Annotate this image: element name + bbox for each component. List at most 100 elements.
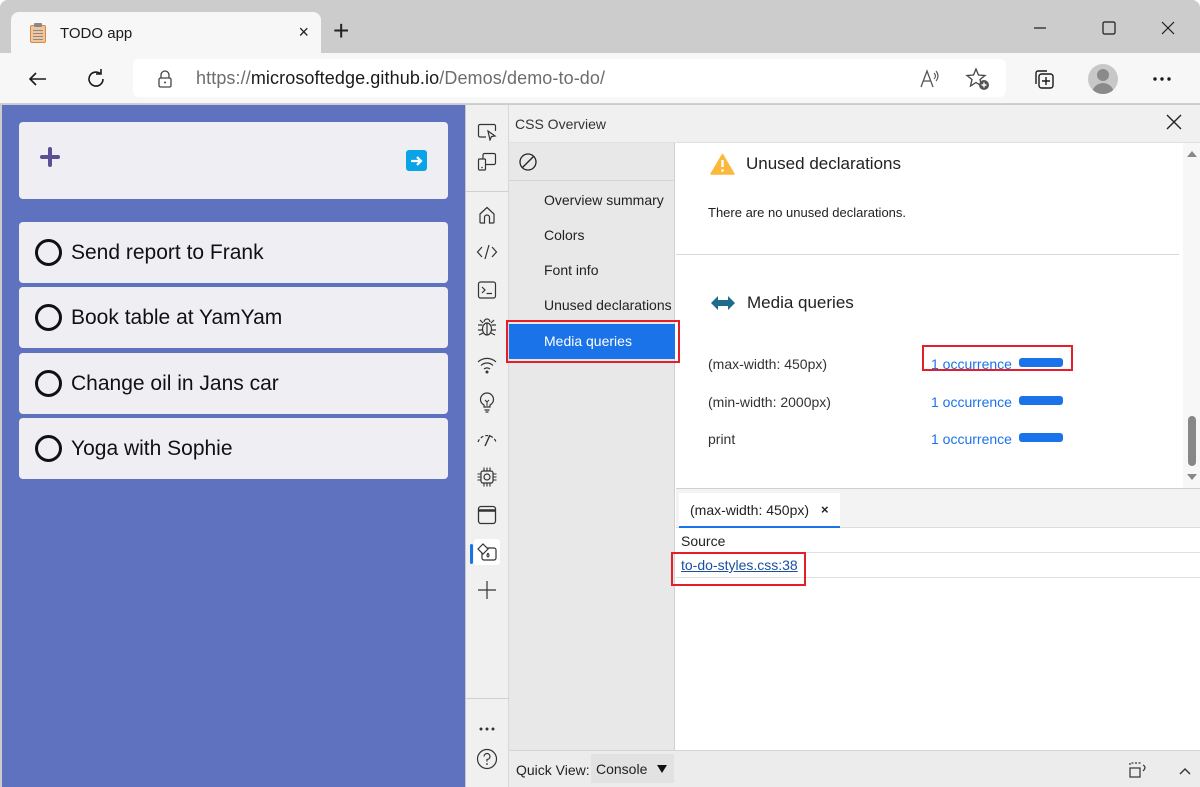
address-bar[interactable]: https://microsoftedge.github.io/Demos/de… — [133, 59, 1006, 97]
close-icon — [1161, 21, 1175, 35]
media-query-details: (max-width: 450px) × Source to-do-styles… — [676, 488, 1200, 750]
profile-avatar[interactable] — [1088, 64, 1118, 94]
media-queries-heading: Media queries — [710, 293, 854, 313]
task-item[interactable]: Send report to Frank — [19, 222, 448, 283]
details-tab-strip: (max-width: 450px) × — [676, 489, 1200, 528]
scroll-thumb[interactable] — [1188, 416, 1196, 466]
close-panel-button[interactable] — [1165, 113, 1183, 136]
panel-title: CSS Overview — [515, 116, 607, 132]
memory-tool-button[interactable] — [474, 464, 500, 490]
device-emulation-button[interactable] — [474, 149, 500, 175]
scroll-down-arrow-icon[interactable] — [1187, 474, 1197, 480]
lock-icon — [158, 70, 172, 88]
source-row: to-do-styles.css:38 — [676, 553, 1200, 578]
refresh-button[interactable] — [80, 63, 112, 95]
gauge-icon — [477, 434, 497, 447]
sidebar-item-font-info[interactable]: Font info — [509, 253, 675, 288]
task-checkbox[interactable] — [35, 304, 62, 331]
expand-quick-view-button[interactable] — [1179, 763, 1191, 781]
quick-view-label: Quick View: — [516, 762, 590, 778]
details-tab-label: (max-width: 450px) — [690, 501, 810, 518]
media-query-label: (max-width: 450px) — [708, 356, 828, 372]
help-icon — [476, 748, 498, 770]
tab-strip: TODO app × + — [0, 0, 1200, 54]
customize-devtools-button[interactable] — [474, 716, 500, 742]
elements-tool-button[interactable] — [474, 239, 500, 265]
welcome-tool-button[interactable] — [474, 202, 500, 228]
url-host: https://microsoftedge.github.io — [196, 68, 440, 88]
todo-app-page: Send report to Frank Book table at YamYa… — [2, 105, 465, 787]
application-tool-button[interactable] — [474, 502, 500, 528]
source-column-header[interactable]: Source — [676, 529, 1200, 553]
tab-close-button[interactable]: × — [298, 22, 309, 42]
media-query-occurrence-link[interactable]: 1 occurrence — [931, 356, 1012, 372]
wifi-icon — [477, 357, 497, 374]
scroll-up-arrow-icon[interactable] — [1187, 151, 1197, 157]
occurrence-bar[interactable] — [1019, 396, 1063, 405]
sidebar-item-media-queries[interactable]: Media queries — [509, 324, 675, 359]
tab-title: TODO app — [60, 24, 133, 42]
media-queries-heading-text: Media queries — [747, 293, 854, 312]
task-item[interactable]: Change oil in Jans car — [19, 353, 448, 414]
more-icon — [479, 727, 495, 731]
sidebar-item-colors[interactable]: Colors — [509, 218, 675, 253]
task-item[interactable]: Book table at YamYam — [19, 287, 448, 348]
maximize-button[interactable] — [1089, 14, 1129, 42]
warning-icon — [710, 153, 735, 175]
dock-quick-view-button[interactable] — [1128, 761, 1150, 784]
close-window-button[interactable] — [1148, 14, 1188, 42]
add-task-form[interactable] — [19, 122, 448, 199]
read-aloud-icon — [920, 69, 939, 88]
quick-view-selected: Console — [596, 760, 648, 777]
media-query-occurrence-link[interactable]: 1 occurrence — [931, 431, 1012, 447]
devtools-pane: CSS Overview Overview summary Colors Fon… — [465, 105, 1200, 787]
help-button[interactable] — [474, 746, 500, 772]
clear-overview-button[interactable] — [518, 152, 538, 177]
quick-view-dropdown[interactable]: Console — [591, 754, 674, 783]
task-checkbox[interactable] — [35, 370, 62, 397]
submit-task-button[interactable] — [406, 150, 427, 171]
read-aloud-button[interactable] — [918, 67, 942, 91]
more-tools-button[interactable] — [474, 577, 500, 603]
paint-bucket-icon — [477, 543, 497, 561]
sidebar-item-unused-declarations[interactable]: Unused declarations — [509, 288, 675, 323]
media-query-label: (min-width: 2000px) — [708, 394, 831, 410]
quick-view-bar: Quick View: Console — [509, 750, 1200, 787]
home-icon — [479, 206, 495, 224]
inspect-tool-button[interactable] — [474, 119, 500, 145]
css-overview-tool-button[interactable] — [474, 539, 500, 565]
sidebar-item-overview-summary[interactable]: Overview summary — [509, 183, 675, 218]
css-overview-content: Unused declarations There are no unused … — [676, 143, 1200, 488]
browser-tab[interactable]: TODO app × — [11, 12, 321, 54]
more-icon — [1153, 77, 1171, 81]
close-details-tab-button[interactable]: × — [821, 502, 829, 517]
close-icon — [1166, 114, 1182, 130]
back-arrow-icon — [28, 72, 46, 86]
new-tab-button[interactable]: + — [333, 14, 349, 48]
source-file-link[interactable]: to-do-styles.css:38 — [681, 557, 798, 573]
media-query-occurrence-link[interactable]: 1 occurrence — [931, 394, 1012, 410]
task-checkbox[interactable] — [35, 239, 62, 266]
console-tool-button[interactable] — [474, 277, 500, 303]
network-tool-button[interactable] — [474, 352, 500, 378]
task-checkbox[interactable] — [35, 435, 62, 462]
minimize-button[interactable] — [1020, 14, 1060, 42]
performance-tool-button[interactable] — [474, 426, 500, 452]
chevron-up-icon — [1179, 768, 1191, 775]
panel-header: CSS Overview — [509, 105, 1200, 143]
collections-button[interactable] — [1028, 63, 1060, 95]
back-button[interactable] — [22, 63, 54, 95]
issues-tool-button[interactable] — [474, 389, 500, 415]
content-scrollbar[interactable] — [1183, 143, 1200, 488]
occurrence-bar[interactable] — [1019, 433, 1063, 442]
task-item[interactable]: Yoga with Sophie — [19, 418, 448, 479]
details-tab[interactable]: (max-width: 450px) × — [679, 493, 840, 528]
add-favorite-button[interactable] — [965, 67, 989, 91]
settings-more-button[interactable] — [1146, 63, 1178, 95]
occurrence-bar[interactable] — [1019, 358, 1063, 367]
profile-icon — [1097, 69, 1109, 81]
url-text[interactable]: https://microsoftedge.github.io/Demos/de… — [196, 68, 605, 89]
activity-bar — [466, 105, 509, 787]
sources-tool-button[interactable] — [474, 314, 500, 340]
minimize-icon — [1034, 27, 1046, 29]
